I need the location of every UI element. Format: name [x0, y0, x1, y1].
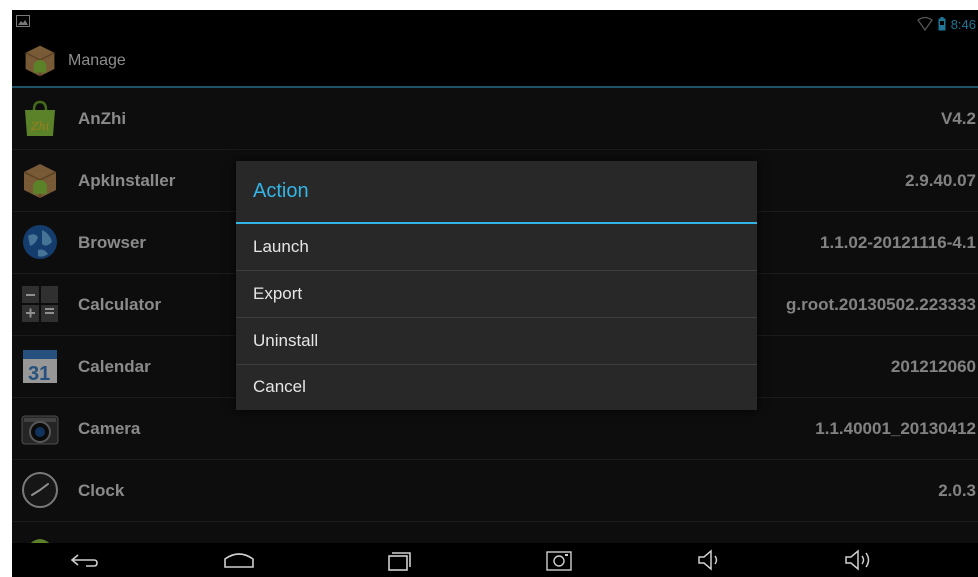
- home-icon[interactable]: [219, 547, 259, 573]
- back-icon[interactable]: [64, 547, 104, 573]
- volume-down-icon[interactable]: [691, 547, 731, 573]
- recents-icon[interactable]: [379, 547, 419, 573]
- dialog-item-uninstall[interactable]: Uninstall: [236, 318, 757, 364]
- dialog-item-launch[interactable]: Launch: [236, 224, 757, 270]
- navigation-bar: [12, 543, 978, 577]
- android-screen: 8:46 Manage Zhi AnZhi V4.2 ApkInstaller …: [12, 10, 978, 577]
- dialog-item-cancel[interactable]: Cancel: [236, 364, 757, 410]
- volume-up-icon[interactable]: [840, 547, 880, 573]
- dialog-title: Action: [253, 180, 309, 202]
- screenshot-icon[interactable]: [539, 547, 579, 573]
- dialog-item-export[interactable]: Export: [236, 271, 757, 317]
- action-dialog: Action Launch Export Uninstall Cancel: [236, 161, 757, 410]
